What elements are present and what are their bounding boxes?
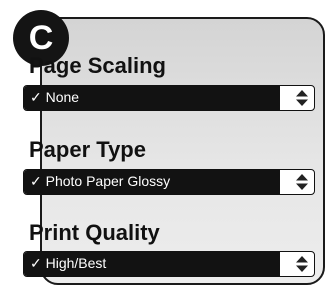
up-down-arrows-icon — [295, 256, 309, 272]
page-scaling-heading: Page Scaling — [29, 53, 166, 78]
paper-type-heading: Paper Type — [29, 137, 146, 162]
up-down-arrows-icon — [295, 174, 309, 190]
page-scaling-selected-value: ✓ None — [24, 86, 280, 110]
up-down-arrows-icon — [295, 90, 309, 106]
print-quality-heading: Print Quality — [29, 220, 160, 245]
page-scaling-popup[interactable]: ✓ None — [23, 85, 315, 111]
paper-type-selected-value: ✓ Photo Paper Glossy — [24, 170, 280, 194]
print-quality-popup[interactable]: ✓ High/Best — [23, 251, 315, 277]
print-quality-selected-value: ✓ High/Best — [24, 252, 280, 276]
paper-type-popup[interactable]: ✓ Photo Paper Glossy — [23, 169, 315, 195]
